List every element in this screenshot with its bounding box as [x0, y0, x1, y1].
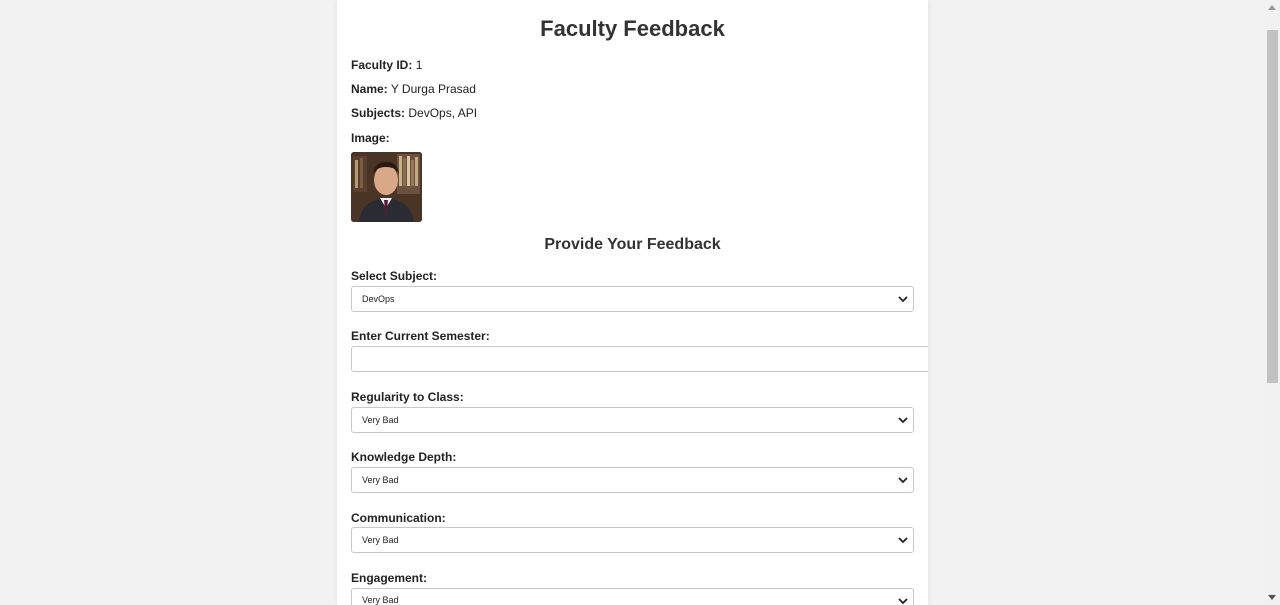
chevron-down-icon	[898, 417, 908, 424]
faculty-photo	[351, 152, 422, 222]
semester-label: Enter Current Semester:	[351, 329, 490, 343]
scrollbar-thumb[interactable]	[1267, 30, 1278, 383]
scroll-down-arrow-icon[interactable]	[1268, 595, 1276, 600]
feedback-heading: Provide Your Feedback	[544, 236, 721, 253]
faculty-id-value: 1	[415, 58, 423, 72]
communication-select[interactable]: Very Bad	[351, 527, 914, 553]
knowledge-select[interactable]: Very Bad	[351, 467, 914, 493]
engagement-select[interactable]: Very Bad	[351, 588, 914, 605]
chevron-down-icon	[898, 477, 908, 484]
faculty-id-label: Faculty ID:	[351, 58, 413, 72]
subject-label: Select Subject:	[351, 269, 438, 283]
faculty-image-label: Image:	[351, 131, 390, 145]
faculty-subjects-row: Subjects: DevOps, API	[351, 106, 477, 120]
faculty-id-row: Faculty ID: 1	[351, 58, 422, 72]
faculty-subjects-label: Subjects:	[351, 106, 406, 120]
semester-input[interactable]	[351, 346, 928, 372]
feedback-card: Faculty Feedback Faculty ID: 1 Name: Y D…	[337, 0, 928, 605]
page-title: Faculty Feedback	[540, 16, 725, 41]
chevron-down-icon	[898, 296, 908, 303]
regularity-label: Regularity to Class:	[351, 390, 464, 404]
faculty-subjects-value: DevOps, API	[408, 106, 478, 120]
faculty-name-value: Y Durga Prasad	[390, 82, 476, 96]
faculty-name-label: Name:	[351, 82, 388, 96]
faculty-image-row: Image:	[351, 131, 390, 145]
regularity-select[interactable]: Very Bad	[351, 407, 914, 433]
chevron-down-icon	[898, 537, 908, 544]
knowledge-select-value: Very Bad	[362, 475, 399, 485]
subject-select-value: DevOps	[362, 294, 395, 304]
page-scrollbar[interactable]	[1265, 0, 1280, 605]
faculty-name-row: Name: Y Durga Prasad	[351, 82, 476, 96]
knowledge-label: Knowledge Depth:	[351, 450, 457, 464]
communication-label: Communication:	[351, 511, 446, 525]
communication-select-value: Very Bad	[362, 535, 399, 545]
scroll-up-arrow-icon[interactable]	[1268, 5, 1276, 10]
chevron-down-icon	[898, 598, 908, 605]
subject-select[interactable]: DevOps	[351, 286, 914, 312]
regularity-select-value: Very Bad	[362, 415, 399, 425]
engagement-select-value: Very Bad	[362, 595, 399, 605]
engagement-label: Engagement:	[351, 571, 428, 585]
